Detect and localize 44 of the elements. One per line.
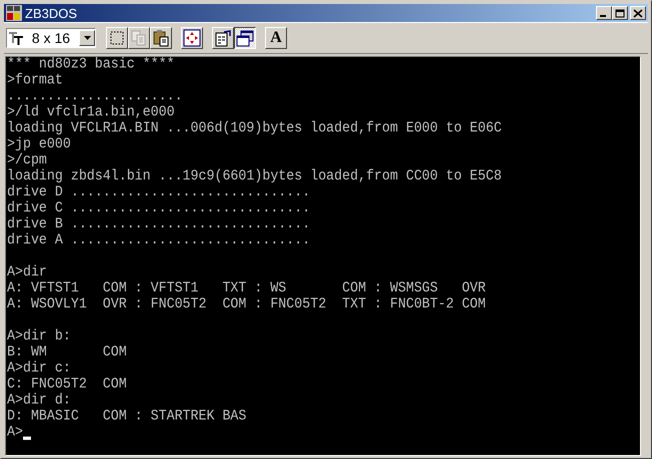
fullscreen-button[interactable] [181,27,203,49]
console-line: >/cpm [7,151,47,168]
minimize-button[interactable] [596,6,612,20]
console-line: >/ld vfclr1a.bin,e000 [7,103,175,120]
console-line: A: VFTST1 COM : VFTST1 TXT : WS COM : WSMSGS OVR [7,279,486,297]
console-line: drive C .............................. [7,199,310,216]
console-line: *** nd80z3 basic **** [7,57,175,72]
truetype-icon [9,31,23,45]
console-line: D: MBASIC COM : STARTREK BAS [7,407,246,425]
console-line: A> [7,423,23,441]
console-line: C: FNC05T2 COM [7,375,127,392]
console-line: drive A .............................. [7,231,310,249]
paste-icon [152,29,170,47]
properties-button[interactable] [212,27,234,49]
console-line: drive B .............................. [7,215,310,232]
console-line: loading VFCLR1A.BIN ...006d(109)bytes loaded,from E000 to E06C [7,119,502,136]
window-title: ZB3DOS [25,6,78,20]
caret-icon [84,36,90,40]
font-button[interactable]: A [265,27,287,49]
console-line: ...................... [7,87,183,104]
ms-dos-icon [6,5,22,21]
properties-icon [214,29,232,47]
console-line: >jp e000 [7,135,71,152]
maximize-icon [615,8,625,18]
console-line: A>dir d: [7,391,71,409]
console-line: A>dir [7,263,47,281]
four-arrows-icon [183,29,201,47]
windows-icon [236,29,254,47]
mark-button[interactable] [106,27,128,49]
minimize-icon [600,15,606,17]
console-line: B: WM COM [7,343,127,360]
dotted-rectangle-icon [108,29,126,47]
close-button[interactable] [630,6,646,20]
close-icon [633,8,643,18]
console-line: A>dir c: [7,359,71,377]
console-line: >format [7,71,63,89]
console-line: A: WSOVLY1 OVR : FNC05T2 COM : FNC05T2 TXT : FNC0BT-2 COM [7,295,486,313]
paste-button[interactable] [150,27,172,49]
console-line: loading zbds4l.bin ...19c9(6601)bytes loaded,from CC00 to E5C8 [7,167,502,184]
console-line: A>dir b: [7,327,71,345]
font-size-dropdown[interactable]: 8 x 16 [6,28,96,48]
maximize-button[interactable] [612,6,628,20]
copy-icon [130,29,148,47]
console-line: drive D .............................. [7,183,310,200]
